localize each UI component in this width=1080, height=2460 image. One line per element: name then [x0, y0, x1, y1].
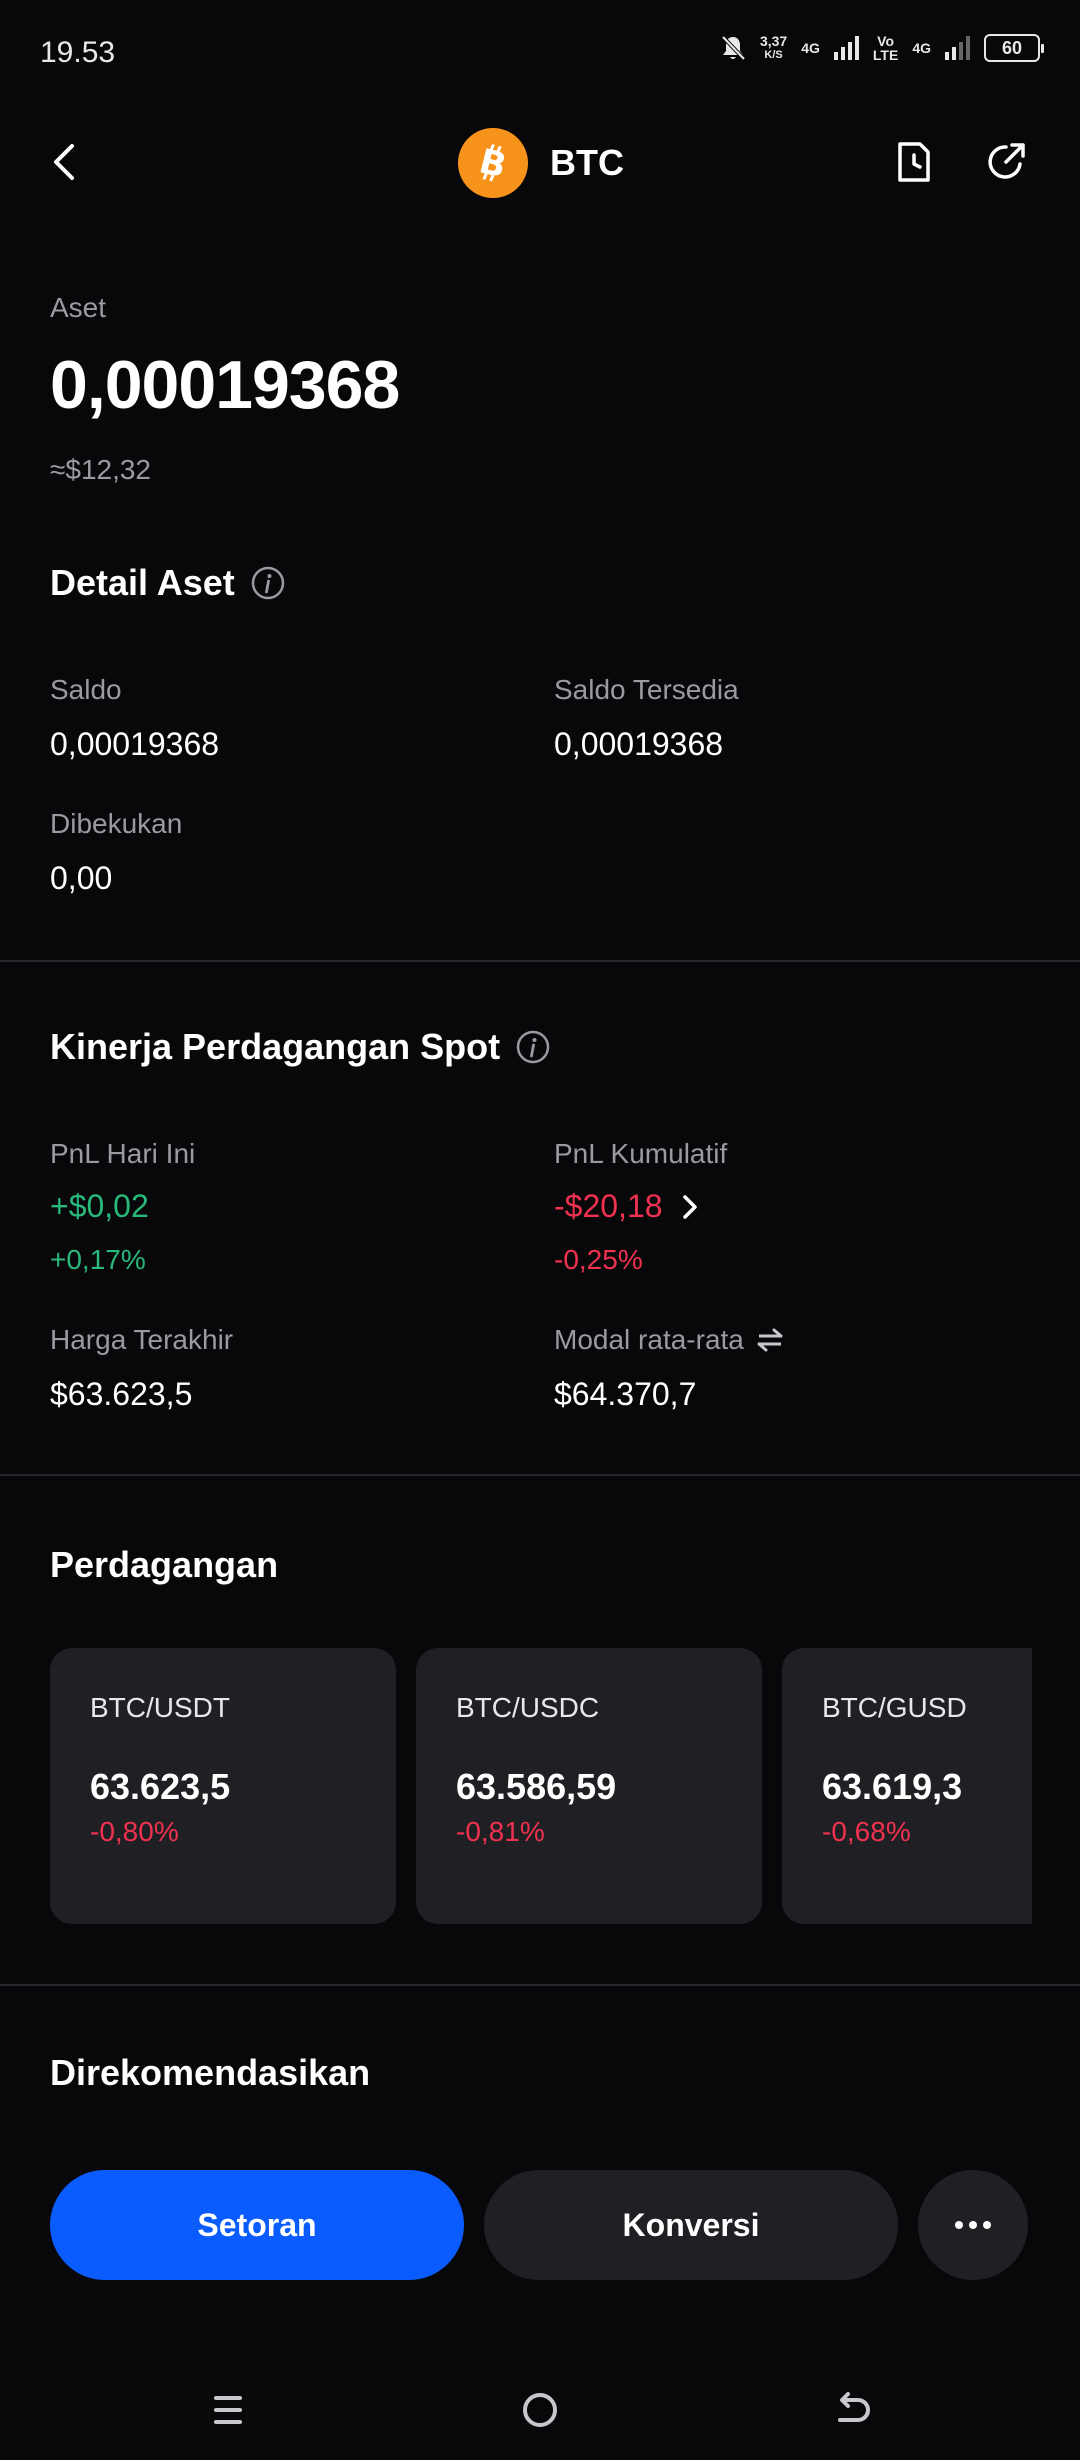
status-bar: 19.53 3,37 K/S 4G Vo LTE 4G 60: [0, 0, 1080, 108]
chevron-right-icon: [682, 1194, 697, 1219]
asset-title: B BTC: [458, 128, 624, 198]
status-icons: 3,37 K/S 4G Vo LTE 4G 60: [720, 33, 1044, 63]
pnl-today-percent: +0,17%: [50, 1244, 146, 1275]
info-icon[interactable]: [516, 1030, 550, 1064]
status-time: 19.53: [40, 36, 116, 69]
back-arrow-icon[interactable]: [42, 138, 90, 186]
dibekukan-value: 0,00: [50, 860, 113, 896]
detail-section-title: Detail Aset: [50, 562, 285, 604]
trading-pair-card[interactable]: BTC/USDT 63.623,5 -0,80%: [50, 1648, 396, 1924]
trading-pair-card[interactable]: BTC/GUSD 63.619,3 -0,68%: [782, 1648, 1032, 1924]
signal-1-icon: [833, 36, 859, 60]
recommended-section-title: Direkomendasikan: [50, 2052, 371, 2093]
saldo-label: Saldo: [50, 674, 122, 705]
pair-change: -0,80%: [90, 1816, 179, 1847]
asset-amount: 0,00019368: [50, 347, 400, 423]
last-price-label: Harga Terakhir: [50, 1324, 234, 1355]
avg-cost-value: $64.370,7: [554, 1376, 697, 1412]
pair-name: BTC/GUSD: [822, 1692, 967, 1723]
pnl-today-label: PnL Hari Ini: [50, 1138, 196, 1169]
pair-change: -0,81%: [456, 1816, 545, 1847]
trading-pairs-carousel[interactable]: BTC/USDT 63.623,5 -0,80% BTC/USDC 63.586…: [50, 1648, 1032, 1924]
saldo-value: 0,00019368: [50, 726, 220, 762]
dibekukan-label: Dibekukan: [50, 808, 183, 839]
saldo-tersedia-label: Saldo Tersedia: [554, 674, 739, 705]
network-4g-1: 4G: [801, 40, 820, 56]
volte-label: Vo LTE: [872, 33, 899, 63]
avg-cost-label: Modal rata-rata: [554, 1324, 744, 1355]
info-icon[interactable]: [251, 566, 285, 600]
pair-price: 63.619,3: [822, 1766, 963, 1807]
more-dots-icon: [955, 2221, 991, 2229]
saldo-tersedia-value: 0,00019368: [554, 726, 724, 762]
divider: [0, 960, 1080, 962]
network-4g-2: 4G: [912, 40, 931, 56]
pair-price: 63.623,5: [90, 1766, 231, 1807]
mute-bell-icon: [721, 35, 746, 61]
share-icon[interactable]: [982, 138, 1030, 186]
home-icon[interactable]: [516, 2386, 564, 2434]
asset-label: Aset: [50, 292, 107, 323]
performance-section-title: Kinerja Perdagangan Spot: [50, 1026, 550, 1068]
signal-2-icon: [945, 36, 970, 60]
bitcoin-logo-icon: B: [458, 128, 528, 198]
pair-name: BTC/USDT: [90, 1692, 230, 1723]
avg-cost-toggle[interactable]: Modal rata-rata: [554, 1324, 784, 1356]
pnl-cumulative-value: -$20,18: [554, 1188, 663, 1224]
deposit-button[interactable]: Setoran: [50, 2170, 464, 2280]
battery-indicator: 60: [984, 34, 1044, 62]
pair-price: 63.586,59: [456, 1766, 617, 1807]
net-speed: 3,37 K/S: [759, 33, 788, 61]
divider: [0, 1984, 1080, 1986]
trading-pair-card[interactable]: BTC/USDC 63.586,59 -0,81%: [416, 1648, 762, 1924]
last-price-value: $63.623,5: [50, 1376, 193, 1412]
page-title: BTC: [550, 142, 624, 183]
pnl-cumulative-percent: -0,25%: [554, 1244, 643, 1275]
system-nav-bar: [0, 2360, 1080, 2460]
recent-apps-icon[interactable]: [204, 2386, 252, 2434]
trading-section-title: Perdagangan: [50, 1544, 279, 1585]
back-nav-icon[interactable]: [828, 2386, 876, 2434]
swap-arrows-icon: [757, 1328, 783, 1352]
pair-name: BTC/USDC: [456, 1692, 600, 1723]
pnl-cumulative-label: PnL Kumulatif: [554, 1138, 728, 1169]
pnl-cumulative-link[interactable]: -$20,18: [554, 1188, 703, 1225]
pair-change: -0,68%: [822, 1816, 911, 1847]
pnl-today-value: +$0,02: [50, 1188, 149, 1224]
more-options-button[interactable]: [918, 2170, 1028, 2280]
divider: [0, 1474, 1080, 1476]
convert-button[interactable]: Konversi: [484, 2170, 898, 2280]
history-document-icon[interactable]: [890, 138, 938, 186]
asset-usd-approx: ≈$12,32: [50, 454, 152, 485]
